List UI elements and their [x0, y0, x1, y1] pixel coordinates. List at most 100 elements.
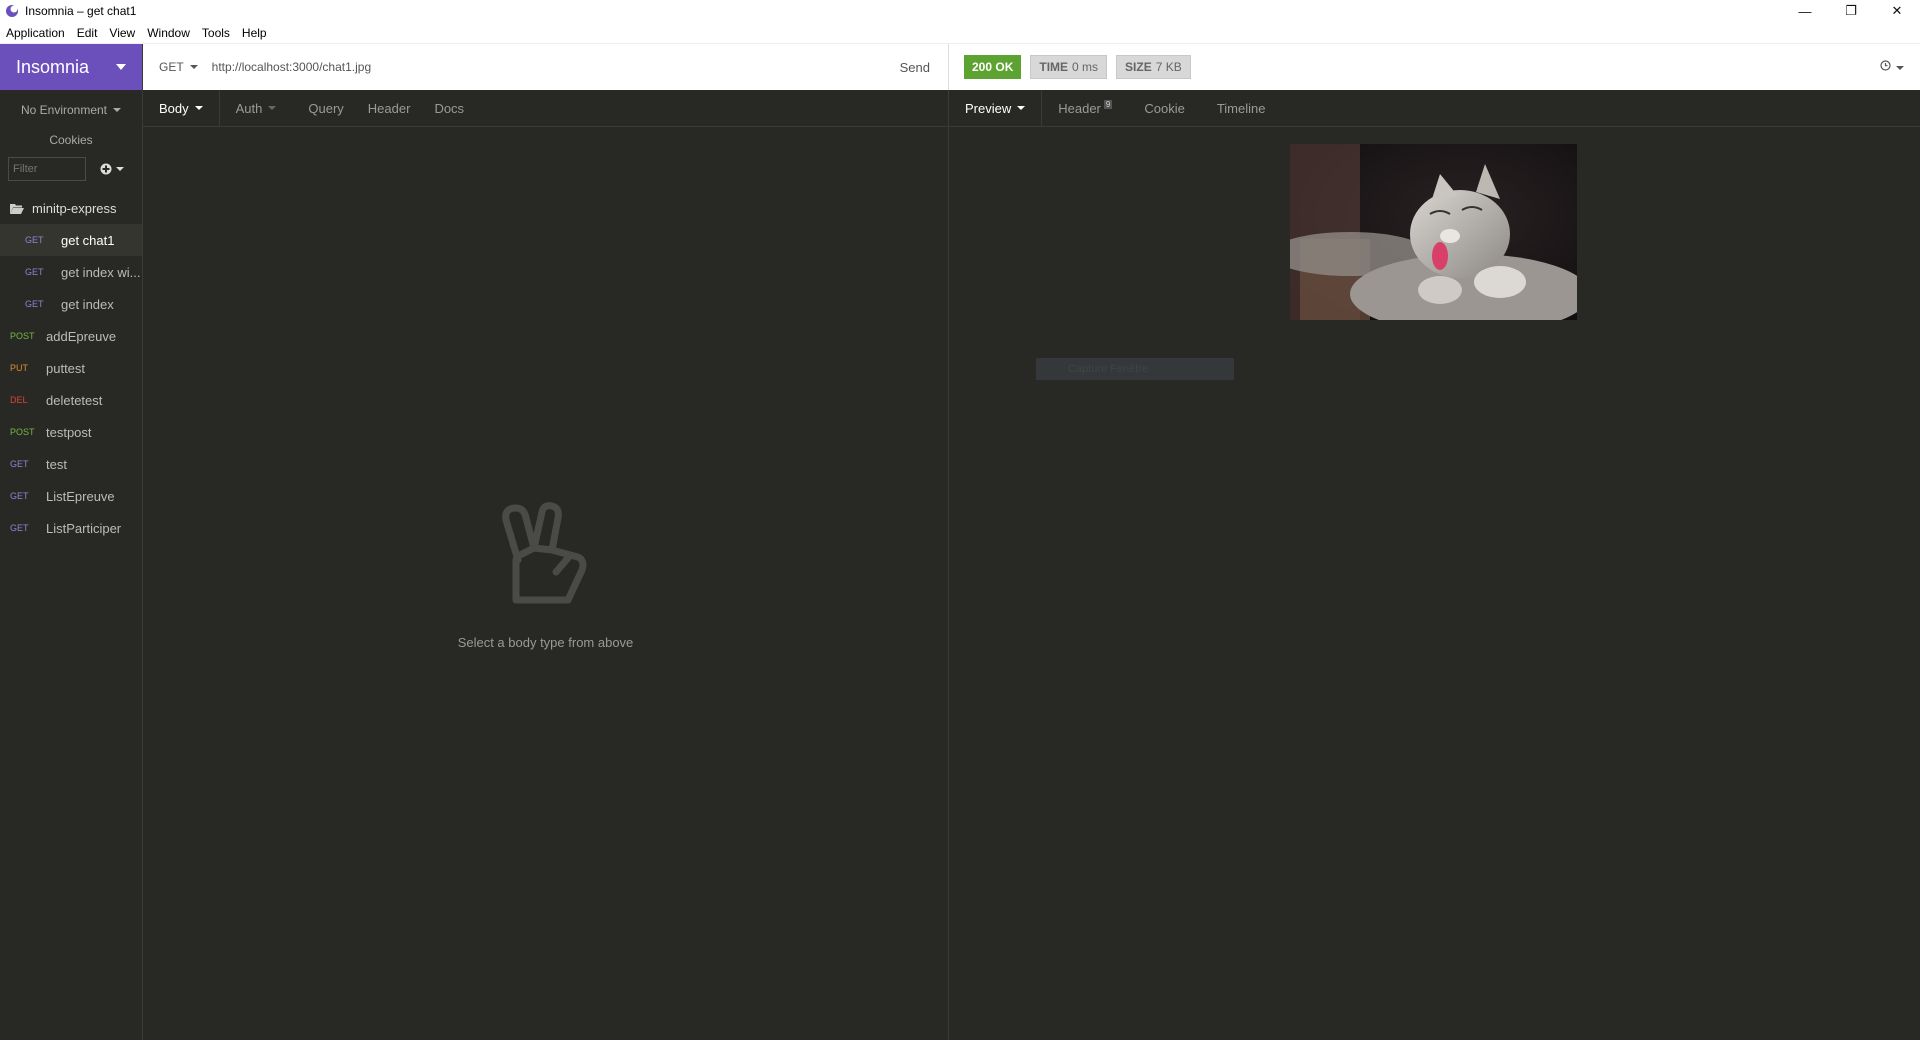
- menu-help[interactable]: Help: [236, 26, 273, 40]
- tab-auth[interactable]: Auth: [224, 90, 289, 126]
- request-name: addEpreuve: [46, 328, 117, 344]
- sidebar: Insomnia No Environment Cookies minitp-e…: [0, 44, 143, 1040]
- close-icon[interactable]: ✕: [1874, 0, 1920, 22]
- filter-input[interactable]: [8, 157, 86, 181]
- request-item[interactable]: DEL deletetest: [0, 384, 142, 416]
- size-value: 7 KB: [1155, 60, 1182, 74]
- status-badge: 200 OK: [964, 55, 1022, 79]
- empty-body-state: Select a body type from above: [143, 500, 948, 650]
- request-name: puttest: [46, 360, 86, 376]
- chevron-down-icon: [116, 167, 124, 171]
- request-name: ListParticiper: [46, 520, 122, 536]
- pane-divider[interactable]: [948, 127, 949, 1040]
- method-badge: GET: [10, 491, 29, 501]
- request-item[interactable]: GET ListEpreuve: [0, 480, 142, 512]
- menu-edit[interactable]: Edit: [71, 26, 104, 40]
- tab-cookie[interactable]: Cookie: [1132, 90, 1196, 126]
- method-badge: GET: [10, 459, 29, 469]
- request-name: get index wi...: [61, 264, 141, 280]
- chevron-down-icon: [116, 64, 126, 70]
- method-label: GET: [159, 60, 184, 74]
- request-item[interactable]: PUT puttest: [0, 352, 142, 384]
- url-bar: GET http://localhost:3000/chat1.jpg Send: [143, 44, 948, 90]
- request-name: test: [46, 456, 67, 472]
- tab-timeline[interactable]: Timeline: [1205, 90, 1278, 126]
- send-button[interactable]: Send: [900, 60, 930, 75]
- request-name: ListEpreuve: [46, 488, 115, 504]
- tab-query[interactable]: Query: [296, 90, 355, 126]
- method-badge: DEL: [10, 395, 28, 405]
- request-item[interactable]: POST addEpreuve: [0, 320, 142, 352]
- cookies-button[interactable]: Cookies: [0, 130, 142, 150]
- tab-preview[interactable]: Preview: [949, 90, 1043, 126]
- restore-icon[interactable]: ❐: [1828, 0, 1874, 22]
- request-name: deletetest: [46, 392, 103, 408]
- menu-bar: Application Edit View Window Tools Help: [0, 22, 1920, 44]
- add-request-button[interactable]: [100, 163, 124, 175]
- request-name: get index: [61, 296, 114, 312]
- insomnia-logo-icon: [6, 5, 18, 17]
- response-history-button[interactable]: [1880, 60, 1904, 74]
- plus-circle-icon: [100, 163, 112, 175]
- request-name: testpost: [46, 424, 92, 440]
- header-count-badge: 9: [1103, 99, 1113, 109]
- menu-tools[interactable]: Tools: [196, 26, 236, 40]
- chevron-down-icon: [268, 106, 277, 110]
- method-badge: GET: [10, 523, 29, 533]
- method-badge: GET: [25, 235, 44, 245]
- size-badge: SIZE 7 KB: [1116, 55, 1191, 79]
- tab-response-header-label: Header: [1058, 100, 1101, 116]
- tab-docs[interactable]: Docs: [422, 90, 476, 126]
- menu-application[interactable]: Application: [0, 26, 71, 40]
- menu-view[interactable]: View: [103, 26, 141, 40]
- method-badge: GET: [25, 299, 44, 309]
- request-item[interactable]: GET get index: [0, 288, 142, 320]
- response-status-bar: 200 OK TIME 0 ms SIZE 7 KB: [948, 44, 1920, 90]
- workspace-name: Insomnia: [16, 56, 90, 77]
- peace-hand-icon: [501, 502, 586, 604]
- tab-preview-label: Preview: [965, 100, 1012, 116]
- folder-open-icon: [10, 203, 24, 214]
- time-label: TIME: [1039, 60, 1069, 74]
- environment-selector[interactable]: No Environment: [0, 90, 142, 130]
- response-tabs: Preview Header 9 Cookie Timeline: [948, 90, 1920, 127]
- filter-row: [0, 150, 142, 188]
- window-title: Insomnia – get chat1: [25, 4, 137, 18]
- tab-auth-label: Auth: [235, 100, 263, 116]
- chevron-down-icon: [113, 108, 122, 112]
- size-label: SIZE: [1125, 60, 1152, 74]
- request-item[interactable]: POST testpost: [0, 416, 142, 448]
- ghost-tooltip: Capture Fenêtre: [1036, 358, 1234, 380]
- request-item[interactable]: GET get index wi...: [0, 256, 142, 288]
- menu-window[interactable]: Window: [141, 26, 196, 40]
- request-name: get chat1: [61, 232, 115, 248]
- minimize-icon[interactable]: —: [1782, 0, 1828, 22]
- window-titlebar: Insomnia – get chat1 — ❐ ✕: [0, 0, 1920, 22]
- folder-item[interactable]: minitp-express: [0, 192, 142, 224]
- window-controls: — ❐ ✕: [1782, 0, 1920, 22]
- folder-name: minitp-express: [32, 200, 117, 216]
- method-badge: GET: [25, 267, 44, 277]
- request-item[interactable]: GET test: [0, 448, 142, 480]
- empty-body-message: Select a body type from above: [457, 635, 634, 650]
- chevron-down-icon: [189, 65, 198, 69]
- tab-body[interactable]: Body: [143, 90, 220, 126]
- method-badge: POST: [10, 331, 35, 341]
- response-preview-image: [1290, 144, 1577, 320]
- url-input[interactable]: http://localhost:3000/chat1.jpg: [212, 60, 900, 74]
- tab-body-label: Body: [159, 100, 189, 116]
- method-dropdown[interactable]: GET: [159, 60, 198, 74]
- workspace-menu-button[interactable]: Insomnia: [0, 44, 142, 90]
- method-badge: POST: [10, 427, 35, 437]
- chevron-down-icon: [194, 106, 203, 110]
- request-item[interactable]: GET get chat1: [0, 224, 142, 256]
- method-badge: PUT: [10, 363, 28, 373]
- request-tabs: Body Auth Query Header Docs: [143, 90, 948, 127]
- chevron-down-icon: [1896, 65, 1904, 70]
- request-item[interactable]: GET ListParticiper: [0, 512, 142, 544]
- chevron-down-icon: [1017, 106, 1026, 110]
- tab-response-header[interactable]: Header 9: [1046, 90, 1124, 126]
- tab-header[interactable]: Header: [356, 90, 423, 126]
- clock-icon: [1880, 60, 1891, 71]
- time-badge: TIME 0 ms: [1030, 55, 1108, 79]
